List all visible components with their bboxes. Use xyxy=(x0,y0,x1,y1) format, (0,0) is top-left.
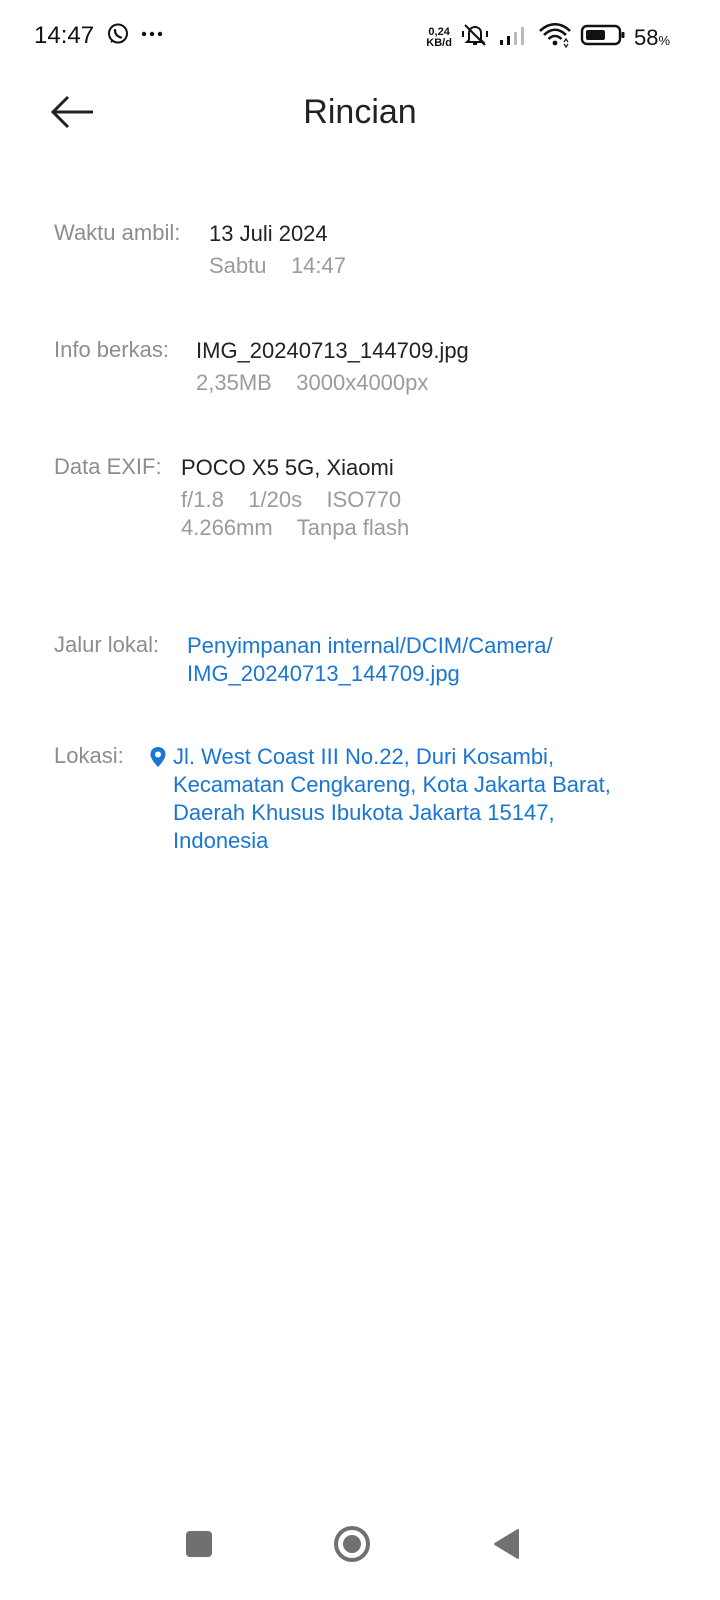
exif-label: Data EXIF: xyxy=(54,454,162,479)
location-line2: Kecamatan Cengkareng, Kota Jakarta Barat… xyxy=(173,772,611,797)
exif-lens: 4.266mm Tanpa flash xyxy=(181,515,410,540)
battery-icon xyxy=(580,23,626,52)
home-circle-icon xyxy=(333,1525,371,1568)
speed-value: 0,24 xyxy=(428,25,450,38)
taken-value: 13 Juli 2024 Sabtu 14:47 xyxy=(209,220,346,280)
taken-date: 13 Juli 2024 xyxy=(209,221,328,246)
status-left-icons xyxy=(106,22,164,51)
file-info-value: IMG_20240713_144709.jpg 2,35MB 3000x4000… xyxy=(196,337,469,397)
file-info-label: Info berkas: xyxy=(54,337,169,362)
local-path-label: Jalur lokal: xyxy=(54,632,160,657)
location-line4: Indonesia xyxy=(173,828,269,853)
wifi-icon xyxy=(538,22,572,53)
local-path-link[interactable]: Penyimpanan internal/DCIM/Camera/ IMG_20… xyxy=(187,632,553,688)
battery-value: 58 xyxy=(633,24,659,50)
taken-label: Waktu ambil: xyxy=(54,220,181,245)
location-label: Lokasi: xyxy=(54,743,124,768)
local-path-line2: IMG_20240713_144709.jpg xyxy=(187,661,460,686)
location-pin-icon xyxy=(149,746,167,768)
whatsapp-icon xyxy=(106,22,130,51)
taken-row: Waktu ambil: 13 Juli 2024 Sabtu 14:47 xyxy=(54,220,680,280)
more-dots-icon xyxy=(140,22,164,51)
network-speed: 0,24 KB/d xyxy=(426,25,452,49)
signal-icon xyxy=(498,23,530,52)
back-triangle-icon xyxy=(492,1528,520,1565)
file-info-row: Info berkas: IMG_20240713_144709.jpg 2,3… xyxy=(54,337,680,397)
exif-value: POCO X5 5G, Xiaomi f/1.8 1/20s ISO770 4.… xyxy=(181,454,409,542)
file-size-resolution: 2,35MB 3000x4000px xyxy=(196,370,429,395)
battery-percent: 58% xyxy=(634,25,670,51)
nav-back-button[interactable] xyxy=(482,1522,530,1570)
page-title: Rincian xyxy=(303,93,417,131)
vibrate-mute-icon xyxy=(460,22,490,53)
location-link[interactable]: Jl. West Coast III No.22, Duri Kosambi, … xyxy=(149,743,611,855)
location-row: Lokasi: Jl. West Coast III No.22, Duri K… xyxy=(54,743,680,858)
speed-unit: KB/d xyxy=(426,36,452,49)
status-right-icons: 0,24 KB/d 58% xyxy=(426,22,670,53)
status-time: 14:47 xyxy=(34,22,95,49)
exif-exposure: f/1.8 1/20s ISO770 xyxy=(181,487,402,512)
local-path-line1: Penyimpanan internal/DCIM/Camera/ xyxy=(187,633,553,658)
navigation-bar xyxy=(0,1490,720,1600)
home-button[interactable] xyxy=(328,1522,376,1570)
recents-square-icon xyxy=(185,1530,213,1563)
location-address: Jl. West Coast III No.22, Duri Kosambi, … xyxy=(173,743,611,855)
battery-unit: % xyxy=(658,32,670,48)
file-name: IMG_20240713_144709.jpg xyxy=(196,338,469,363)
recents-button[interactable] xyxy=(175,1522,223,1570)
status-bar: 14:47 0,24 KB/d 58% xyxy=(0,0,720,72)
exif-row: Data EXIF: POCO X5 5G, Xiaomi f/1.8 1/20… xyxy=(54,454,680,544)
exif-device: POCO X5 5G, Xiaomi xyxy=(181,455,394,480)
location-line3: Daerah Khusus Ibukota Jakarta 15147, xyxy=(173,800,555,825)
taken-day-time: Sabtu 14:47 xyxy=(209,253,346,278)
local-path-row: Jalur lokal: Penyimpanan internal/DCIM/C… xyxy=(54,632,680,692)
location-line1: Jl. West Coast III No.22, Duri Kosambi, xyxy=(173,744,555,769)
